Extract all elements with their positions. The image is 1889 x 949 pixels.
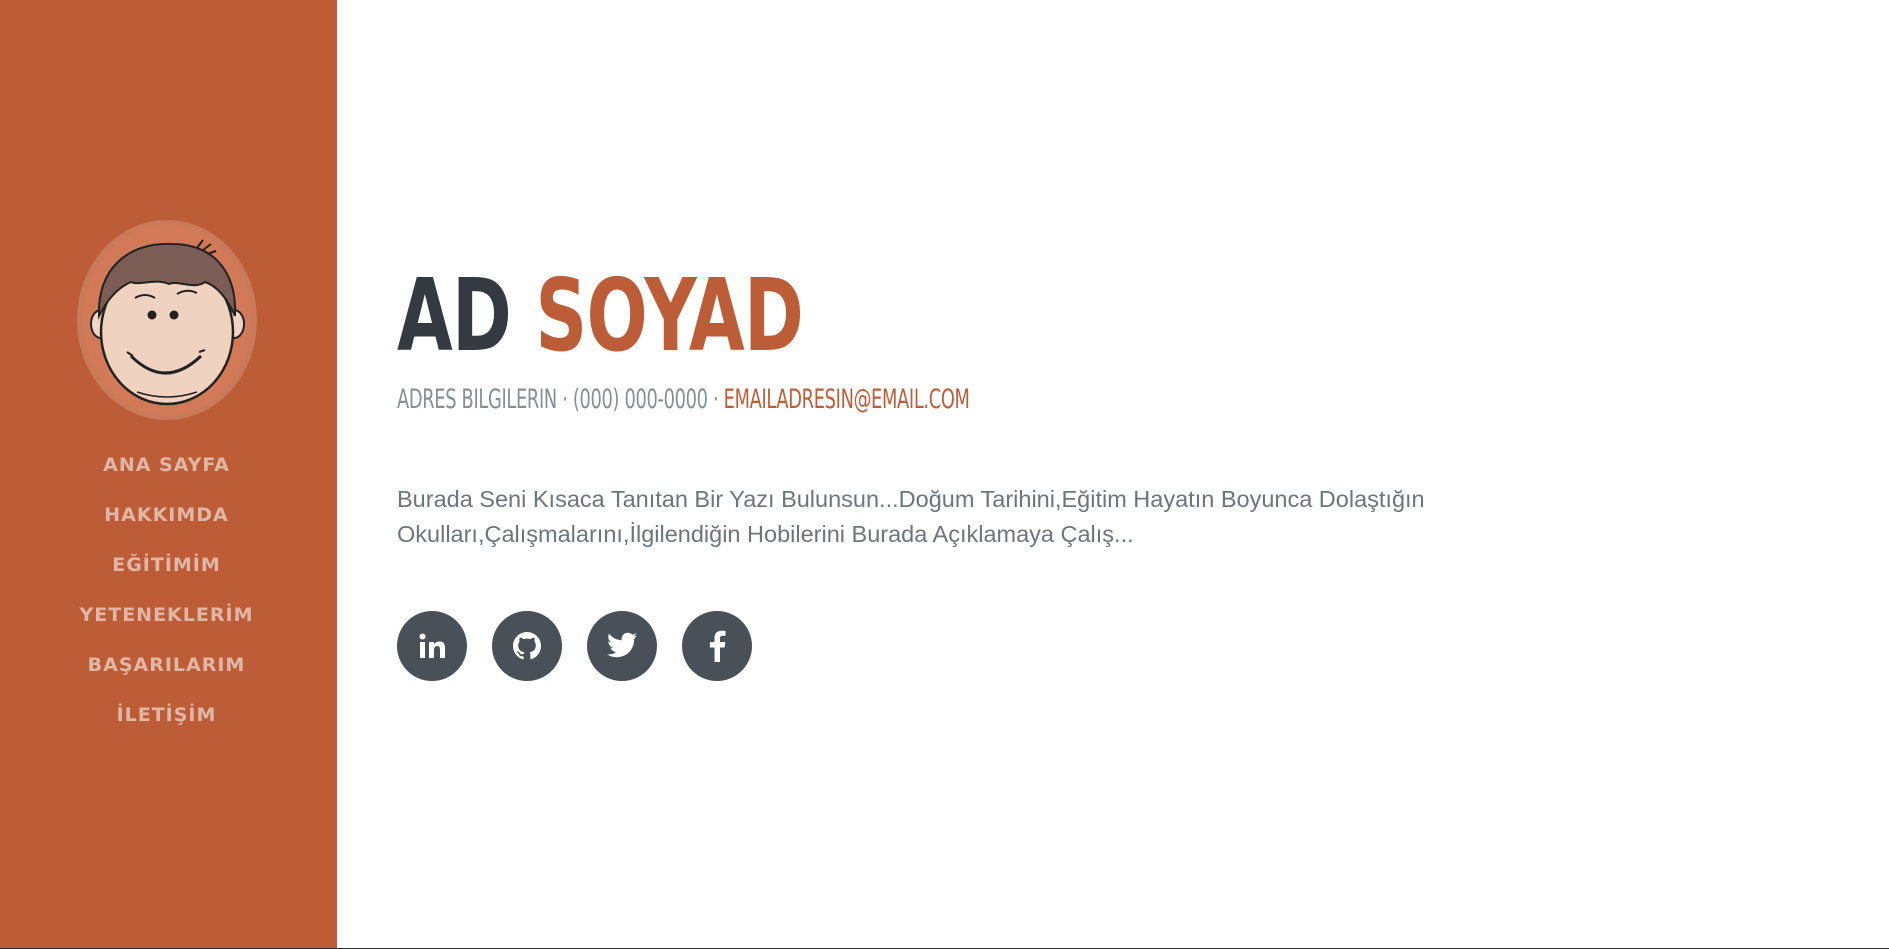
linkedin-icon (419, 633, 445, 658)
github-icon (513, 632, 541, 660)
first-name: AD (397, 257, 512, 374)
github-button[interactable] (492, 611, 562, 681)
linkedin-button[interactable] (397, 611, 467, 681)
nav-item-basarilarim: BAŞARILARIM (0, 648, 333, 698)
contact-separator: · (556, 384, 573, 415)
cartoon-face-icon (83, 224, 251, 416)
last-name: SOYAD (535, 257, 804, 374)
sidebar-nav: ANA SAYFA HAKKIMDA EĞİTİMİM YETENEKLERİM… (0, 448, 333, 748)
contact-line: ADRES BILGILERIN · (000) 000-0000 · EMAI… (397, 382, 970, 418)
nav-link-ana-sayfa[interactable]: ANA SAYFA (103, 448, 230, 482)
sidebar: ANA SAYFA HAKKIMDA EĞİTİMİM YETENEKLERİM… (0, 0, 337, 949)
nav-item-egitimim: EĞİTİMİM (0, 548, 333, 598)
facebook-icon (709, 630, 726, 662)
nav-link-yeteneklerim[interactable]: YETENEKLERİM (80, 598, 254, 632)
nav-link-iletisim[interactable]: İLETİŞİM (117, 698, 217, 732)
social-links (397, 611, 752, 681)
nav-link-egitimim[interactable]: EĞİTİMİM (112, 548, 221, 582)
nav-link-basarilarim[interactable]: BAŞARILARIM (88, 648, 246, 682)
nav-item-yeteneklerim: YETENEKLERİM (0, 598, 333, 648)
nav-item-iletisim: İLETİŞİM (0, 698, 333, 748)
twitter-button[interactable] (587, 611, 657, 681)
nav-item-hakkimda: HAKKIMDA (0, 498, 333, 548)
nav-link-hakkimda[interactable]: HAKKIMDA (104, 498, 229, 532)
facebook-button[interactable] (682, 611, 752, 681)
twitter-icon (607, 632, 637, 658)
bio-text: Burada Seni Kısaca Tanıtan Bir Yazı Bulu… (397, 486, 1425, 547)
contact-separator: · (707, 384, 724, 415)
contact-address: ADRES BILGILERIN (397, 384, 557, 415)
profile-avatar (77, 220, 257, 420)
main-content: AD SOYAD ADRES BILGILERIN · (000) 000-00… (397, 0, 1837, 949)
email-link[interactable]: EMAILADRESIN@EMAIL.COM (724, 384, 970, 415)
nav-item-ana-sayfa: ANA SAYFA (0, 448, 333, 498)
contact-phone: (000) 000-0000 (572, 384, 708, 415)
page-title: AD SOYAD (397, 256, 804, 376)
